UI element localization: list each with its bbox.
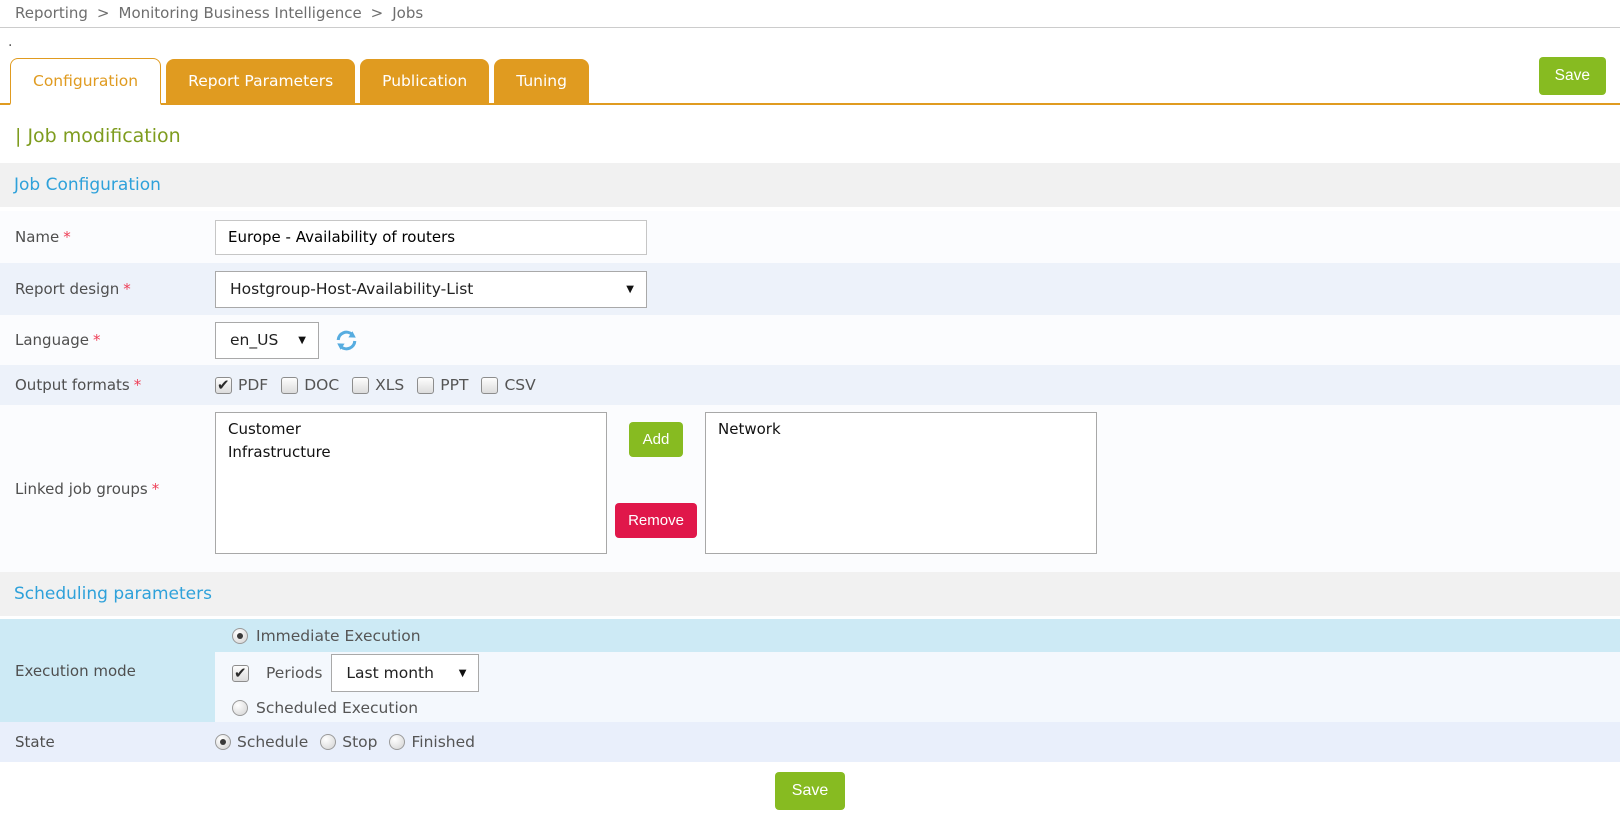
report-design-selected-value: Hostgroup-Host-Availability-List bbox=[230, 280, 473, 298]
row-name: Name* bbox=[0, 211, 1620, 263]
save-button-top[interactable]: Save bbox=[1539, 57, 1606, 95]
row-report-design: Report design* Hostgroup-Host-Availabili… bbox=[0, 263, 1620, 315]
selected-job-groups-listbox[interactable]: Network bbox=[705, 412, 1097, 554]
state-option-finished: Finished bbox=[389, 733, 475, 751]
periods-checkbox[interactable] bbox=[232, 665, 249, 682]
report-design-label: Report design* bbox=[0, 280, 215, 298]
period-selected-value: Last month bbox=[346, 664, 434, 682]
tab-publication[interactable]: Publication bbox=[360, 59, 489, 103]
remove-button[interactable]: Remove bbox=[615, 503, 697, 538]
xls-checkbox[interactable] bbox=[352, 377, 369, 394]
output-formats-group: PDF DOC XLS PPT CSV bbox=[215, 376, 536, 394]
format-xls: XLS bbox=[352, 376, 404, 394]
page-title: | Job modification bbox=[15, 125, 1620, 147]
state-label: State bbox=[0, 733, 215, 751]
chevron-down-icon: ▼ bbox=[445, 668, 467, 679]
linked-groups-buttons: Add Remove bbox=[607, 412, 705, 565]
finished-radio[interactable] bbox=[389, 734, 405, 750]
breadcrumb: Reporting>Monitoring Business Intelligen… bbox=[0, 0, 1620, 28]
execution-mode-label: Execution mode bbox=[0, 619, 215, 722]
required-asterisk: * bbox=[93, 331, 101, 349]
name-label: Name* bbox=[0, 228, 215, 246]
immediate-execution-option: Immediate Execution bbox=[215, 619, 1620, 652]
ppt-label: PPT bbox=[440, 376, 468, 394]
breadcrumb-separator: > bbox=[88, 4, 119, 22]
state-options: Schedule Stop Finished bbox=[215, 733, 481, 751]
required-asterisk: * bbox=[63, 228, 71, 246]
stray-dot: . bbox=[0, 28, 1620, 52]
refresh-icon[interactable] bbox=[333, 327, 360, 354]
format-doc: DOC bbox=[281, 376, 339, 394]
language-label: Language* bbox=[0, 331, 215, 349]
pdf-checkbox[interactable] bbox=[215, 377, 232, 394]
chevron-down-icon: ▼ bbox=[612, 284, 634, 295]
csv-label: CSV bbox=[504, 376, 535, 394]
execution-mode-options: Immediate Execution Periods Last month ▼… bbox=[215, 619, 1620, 722]
format-ppt: PPT bbox=[417, 376, 468, 394]
schedule-label: Schedule bbox=[237, 733, 308, 751]
chevron-down-icon: ▼ bbox=[284, 335, 306, 346]
language-selected-value: en_US bbox=[230, 331, 278, 349]
list-item[interactable]: Infrastructure bbox=[216, 441, 606, 464]
xls-label: XLS bbox=[375, 376, 404, 394]
name-input[interactable] bbox=[215, 220, 647, 255]
row-state: State Schedule Stop Finished bbox=[0, 722, 1620, 762]
list-item[interactable]: Network bbox=[706, 418, 1096, 441]
doc-label: DOC bbox=[304, 376, 339, 394]
row-language: Language* en_US ▼ bbox=[0, 315, 1620, 365]
available-job-groups-listbox[interactable]: Customer Infrastructure bbox=[215, 412, 607, 554]
list-item[interactable]: Customer bbox=[216, 418, 606, 441]
doc-checkbox[interactable] bbox=[281, 377, 298, 394]
row-output-formats: Output formats* PDF DOC XLS PPT CSV bbox=[0, 365, 1620, 405]
output-formats-label: Output formats* bbox=[0, 376, 215, 394]
breadcrumb-separator: > bbox=[362, 4, 393, 22]
csv-checkbox[interactable] bbox=[481, 377, 498, 394]
pdf-label: PDF bbox=[238, 376, 268, 394]
schedule-radio[interactable] bbox=[215, 734, 231, 750]
finished-label: Finished bbox=[411, 733, 475, 751]
required-asterisk: * bbox=[123, 280, 131, 298]
immediate-execution-radio[interactable] bbox=[232, 628, 248, 644]
tab-configuration[interactable]: Configuration bbox=[10, 58, 161, 105]
save-button-bottom[interactable]: Save bbox=[775, 772, 845, 810]
tab-tuning[interactable]: Tuning bbox=[494, 59, 589, 103]
language-select[interactable]: en_US ▼ bbox=[215, 322, 319, 359]
required-asterisk: * bbox=[152, 480, 160, 498]
scheduled-execution-label: Scheduled Execution bbox=[256, 699, 418, 717]
tab-bar: Configuration Report Parameters Publicat… bbox=[0, 52, 1620, 105]
section-job-configuration: Job Configuration bbox=[0, 163, 1620, 207]
periods-option: Periods Last month ▼ bbox=[215, 652, 1620, 694]
state-option-schedule: Schedule bbox=[215, 733, 308, 751]
format-csv: CSV bbox=[481, 376, 535, 394]
scheduled-execution-option: Scheduled Execution bbox=[215, 694, 1620, 722]
report-design-select[interactable]: Hostgroup-Host-Availability-List ▼ bbox=[215, 271, 647, 308]
stop-label: Stop bbox=[342, 733, 377, 751]
required-asterisk: * bbox=[134, 376, 142, 394]
period-select[interactable]: Last month ▼ bbox=[331, 654, 479, 692]
row-execution-mode: Execution mode Immediate Execution Perio… bbox=[0, 619, 1620, 722]
breadcrumb-item-jobs[interactable]: Jobs bbox=[392, 4, 423, 22]
row-linked-job-groups: Linked job groups* Customer Infrastructu… bbox=[0, 405, 1620, 572]
state-option-stop: Stop bbox=[320, 733, 377, 751]
ppt-checkbox[interactable] bbox=[417, 377, 434, 394]
footer: Save bbox=[0, 762, 1620, 822]
section-scheduling-parameters: Scheduling parameters bbox=[0, 572, 1620, 616]
scheduled-execution-radio[interactable] bbox=[232, 700, 248, 716]
breadcrumb-item-mbi[interactable]: Monitoring Business Intelligence bbox=[119, 4, 362, 22]
immediate-execution-label: Immediate Execution bbox=[256, 627, 421, 645]
linked-job-groups-label: Linked job groups* bbox=[0, 412, 215, 565]
periods-label: Periods bbox=[266, 664, 322, 682]
format-pdf: PDF bbox=[215, 376, 268, 394]
stop-radio[interactable] bbox=[320, 734, 336, 750]
breadcrumb-item-reporting[interactable]: Reporting bbox=[15, 4, 88, 22]
add-button[interactable]: Add bbox=[629, 422, 684, 457]
tab-report-parameters[interactable]: Report Parameters bbox=[166, 59, 355, 103]
